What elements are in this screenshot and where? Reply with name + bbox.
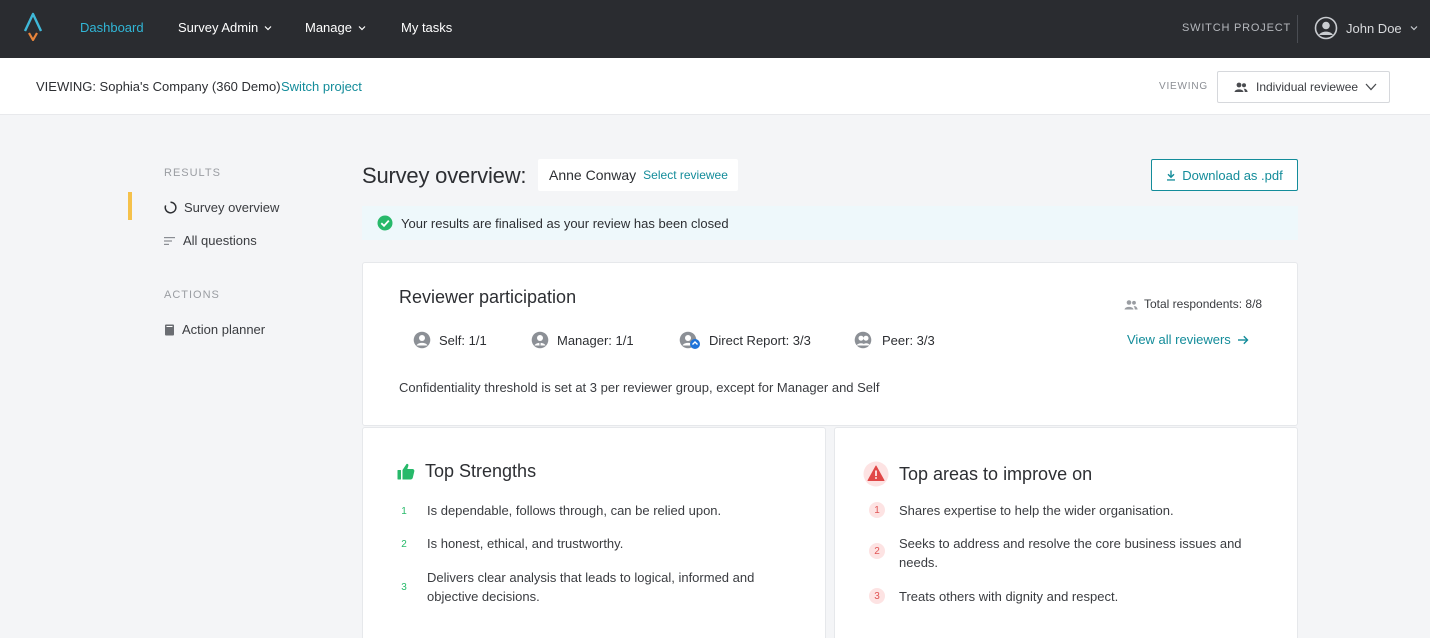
improve-header: Top areas to improve on [863, 461, 1092, 487]
results-heading: RESULTS [164, 167, 221, 179]
viewing-project-text: VIEWING: Sophia's Company (360 Demo) [36, 79, 281, 94]
user-menu[interactable]: John Doe [1314, 16, 1418, 40]
improvement-areas-card: Top areas to improve on 1 Shares experti… [834, 427, 1298, 638]
strength-rank: 2 [401, 539, 407, 550]
peer-icon [854, 331, 872, 349]
thumbs-up-icon [397, 463, 415, 480]
active-item-indicator [128, 192, 132, 220]
book-icon [165, 324, 174, 335]
banner-text: Your results are finalised as your revie… [401, 215, 729, 231]
user-avatar-icon [413, 331, 431, 349]
top-navigation-bar: Dashboard Survey Admin Manage My tasks S… [0, 0, 1430, 58]
finalised-banner: Your results are finalised as your revie… [362, 206, 1298, 240]
strength-rank: 3 [401, 582, 407, 593]
total-respondents: Total respondents: 8/8 [1124, 297, 1262, 311]
reviewee-name: Anne Conway [549, 167, 637, 183]
warning-icon [863, 461, 889, 487]
sidebar-item-label: Action planner [182, 322, 266, 337]
nav-survey-admin[interactable]: Survey Admin [178, 20, 272, 35]
page-title: Survey overview: [362, 163, 527, 188]
group-label: Self: 1/1 [439, 332, 487, 348]
chevron-down-icon [358, 25, 366, 30]
nav-divider [1297, 15, 1298, 43]
circle-progress-icon [164, 201, 177, 214]
improve-rank: 2 [869, 543, 885, 559]
improve-text: Seeks to address and resolve the core bu… [899, 536, 1242, 570]
strengths-header: Top Strengths [397, 461, 536, 482]
select-reviewee-link[interactable]: Select reviewee [643, 168, 728, 182]
sidebar-item-action-planner[interactable]: Action planner [164, 322, 265, 337]
nav-dashboard-label: Dashboard [80, 20, 144, 35]
improve-rank: 1 [869, 502, 885, 518]
group-peer: Peer: 3/3 [854, 331, 935, 349]
actions-heading: ACTIONS [164, 289, 220, 301]
strength-item: 1 Is dependable, follows through, can be… [397, 501, 777, 521]
direct-report-icon [679, 331, 700, 349]
check-circle-icon [377, 215, 393, 231]
nav-dashboard[interactable]: Dashboard [80, 20, 144, 35]
switch-project-button[interactable]: SWITCH PROJECT [1182, 22, 1291, 34]
improve-item: 3 Treats others with dignity and respect… [869, 587, 1249, 606]
arrow-right-icon [1237, 335, 1249, 344]
strength-text: Is dependable, follows through, can be r… [427, 503, 722, 518]
project-subbar: VIEWING: Sophia's Company (360 Demo) Swi… [0, 58, 1430, 115]
improve-title: Top areas to improve on [899, 463, 1093, 484]
view-all-label: View all reviewers [1127, 332, 1231, 347]
top-strengths-card: Top Strengths 1 Is dependable, follows t… [362, 427, 826, 638]
nav-my-tasks[interactable]: My tasks [401, 20, 452, 35]
viewing-label: VIEWING [1159, 81, 1208, 92]
user-avatar-icon [1314, 16, 1338, 40]
nav-survey-admin-label: Survey Admin [178, 20, 259, 35]
strength-item: 3 Delivers clear analysis that leads to … [397, 568, 777, 606]
strengths-title: Top Strengths [425, 461, 537, 481]
user-name: John Doe [1346, 20, 1402, 36]
improve-text: Treats others with dignity and respect. [899, 589, 1119, 604]
group-manager: Manager: 1/1 [531, 331, 634, 349]
download-icon [1167, 170, 1176, 181]
viewing-mode-select[interactable]: Individual reviewee [1217, 71, 1390, 103]
nav-manage-label: Manage [305, 20, 352, 35]
improve-text: Shares expertise to help the wider organ… [899, 503, 1174, 518]
download-label: Download as .pdf [1182, 167, 1283, 183]
group-direct-report: Direct Report: 3/3 [679, 331, 811, 350]
sidebar-item-label: Survey overview [184, 200, 280, 215]
improve-rank: 3 [869, 588, 885, 604]
sidebar-item-survey-overview[interactable]: Survey overview [164, 200, 279, 215]
strength-text: Is honest, ethical, and trustworthy. [427, 536, 624, 551]
chevron-down-icon [264, 25, 272, 30]
chevron-down-icon [1410, 26, 1418, 31]
viewing-mode-value: Individual reviewee [1256, 80, 1359, 94]
download-pdf-button[interactable]: Download as .pdf [1151, 159, 1298, 191]
group-self: Self: 1/1 [413, 331, 487, 349]
reviewer-participation-card: Reviewer participation Total respondents… [362, 262, 1298, 426]
view-all-reviewers-link[interactable]: View all reviewers [1127, 332, 1249, 347]
nav-manage[interactable]: Manage [305, 20, 366, 35]
strength-rank: 1 [401, 506, 407, 517]
nav-my-tasks-label: My tasks [401, 20, 453, 35]
chevron-down-icon [1365, 83, 1377, 91]
group-label: Direct Report: 3/3 [709, 333, 811, 348]
sidebar-item-all-questions[interactable]: All questions [164, 233, 257, 248]
improve-item: 2 Seeks to address and resolve the core … [869, 534, 1249, 572]
total-respondents-text: Total respondents: 8/8 [1144, 297, 1263, 311]
list-icon [164, 236, 175, 245]
strength-item: 2 Is honest, ethical, and trustworthy. [397, 534, 777, 554]
sidebar-item-label: All questions [183, 233, 257, 248]
people-icon [1234, 82, 1248, 92]
confidentiality-note: Confidentiality threshold is set at 3 pe… [399, 380, 880, 395]
strength-text: Delivers clear analysis that leads to lo… [427, 570, 755, 604]
group-label: Manager: 1/1 [557, 332, 634, 348]
people-icon [1124, 299, 1138, 309]
app-logo-icon[interactable] [22, 11, 44, 41]
improve-item: 1 Shares expertise to help the wider org… [869, 501, 1249, 520]
switch-project-link[interactable]: Switch project [281, 79, 362, 94]
reviewee-selector: Anne Conway Select reviewee [538, 159, 738, 191]
participation-title: Reviewer participation [399, 287, 577, 307]
manager-icon [531, 331, 549, 349]
group-label: Peer: 3/3 [882, 332, 935, 348]
